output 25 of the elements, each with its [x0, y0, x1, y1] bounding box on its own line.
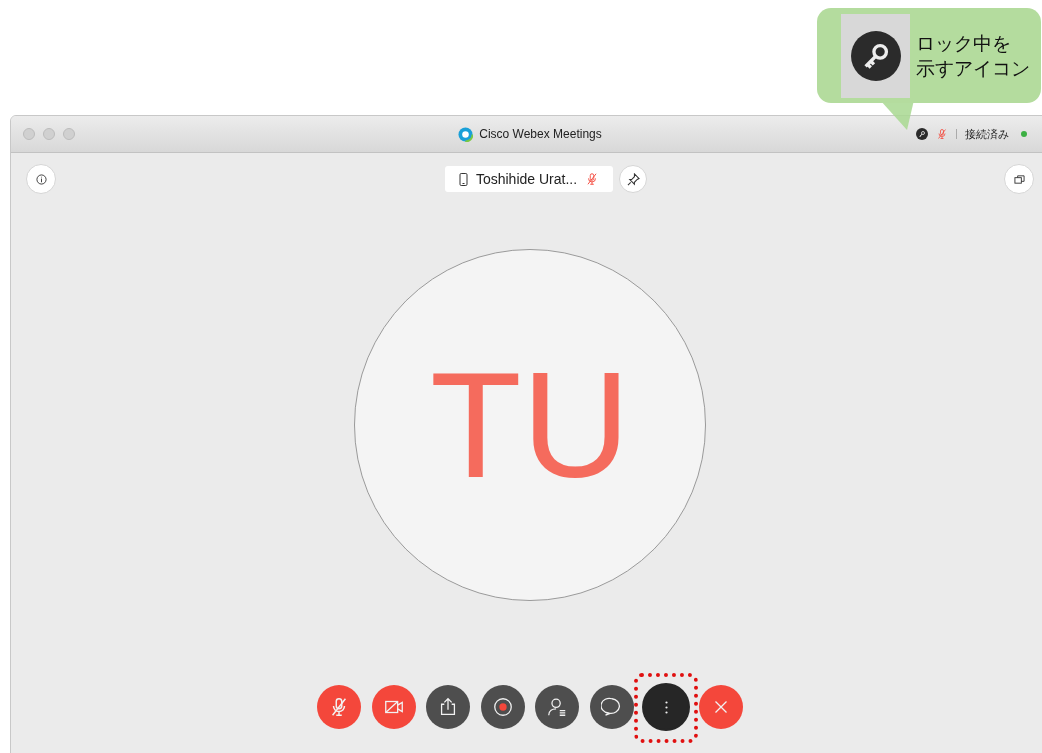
participants-button[interactable] [535, 685, 580, 729]
connection-status: 接続済み [965, 126, 1009, 142]
phone-icon [458, 172, 468, 186]
more-button[interactable] [644, 685, 689, 729]
info-icon [35, 173, 47, 185]
end-button[interactable] [698, 685, 743, 729]
record-icon [491, 696, 514, 718]
window-title: Cisco Webex Meetings [479, 126, 602, 143]
pin-button[interactable] [619, 165, 648, 193]
lock-key-icon [850, 30, 901, 81]
layout-button[interactable] [1004, 164, 1034, 194]
info-button[interactable] [26, 164, 56, 194]
share-button[interactable] [426, 685, 471, 729]
chat-bubble-icon [600, 696, 623, 718]
callout-text: ロック中を 示すアイコン [916, 31, 1030, 81]
avatar-initials: TU [430, 350, 630, 500]
mic-button[interactable] [317, 685, 362, 729]
video-button[interactable] [371, 685, 416, 729]
record-button[interactable] [480, 685, 525, 729]
participant-name: Toshihide Urat... [475, 169, 578, 189]
more-icon [664, 700, 668, 714]
windows-icon [1013, 173, 1025, 185]
app-logo-icon [458, 126, 474, 142]
chat-button[interactable] [589, 685, 634, 729]
pin-icon [626, 172, 640, 186]
